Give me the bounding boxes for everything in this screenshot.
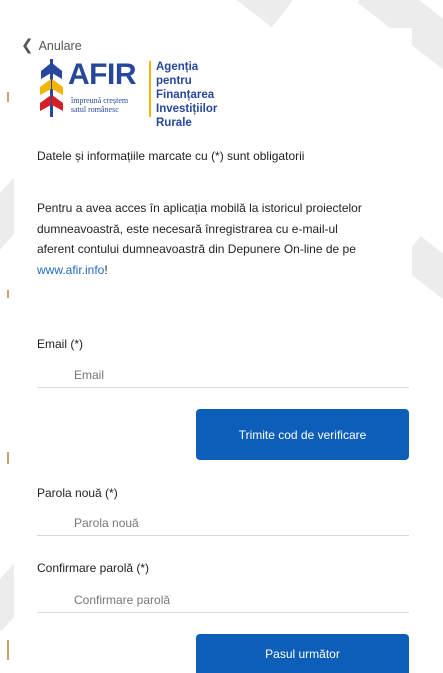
edge-mark — [7, 92, 9, 102]
agency-name: Agenția pentru Finanțarea Investițiilor … — [156, 60, 245, 130]
required-fields-note: Datele și informațiile marcate cu (*) su… — [37, 149, 305, 163]
tagline-line: împreună creștem — [71, 96, 129, 105]
wheat-emblem-icon — [40, 59, 63, 117]
afir-tagline: împreună creștem satul românesc — [71, 96, 128, 114]
logo-divider — [149, 61, 151, 117]
afir-wordmark: AFIR — [68, 58, 137, 91]
agency-line: Rurale — [156, 117, 192, 129]
background-stripe — [177, 0, 293, 28]
afir-logo: AFIR împreună creștem satul românesc Age… — [35, 57, 245, 129]
send-verification-code-button[interactable]: Trimite cod de verificare — [196, 409, 409, 460]
next-step-button[interactable]: Pasul următor — [196, 634, 409, 673]
edge-mark — [7, 640, 9, 660]
intro-suffix: ! — [104, 262, 108, 277]
edge-mark — [7, 290, 9, 298]
new-password-label: Parola nouă (*) — [37, 486, 118, 500]
email-label: Email (*) — [37, 337, 84, 351]
afir-website-link[interactable]: www.afir.info — [37, 263, 104, 277]
chevron-left-icon: ❮ — [21, 37, 34, 54]
agency-line: Investițiilor — [156, 103, 218, 115]
confirm-password-label: Confirmare parolă (*) — [37, 561, 150, 575]
tagline-line: satul românesc — [71, 105, 119, 114]
edge-mark — [7, 452, 9, 464]
new-password-field[interactable] — [37, 510, 409, 536]
cancel-link[interactable]: ❮ Anulare — [21, 38, 82, 53]
cancel-label: Anulare — [38, 38, 82, 53]
agency-line: Agenția — [156, 61, 199, 73]
email-field[interactable] — [37, 362, 409, 388]
intro-body: Pentru a avea acces în aplicația mobilă … — [37, 201, 362, 256]
confirm-password-field[interactable] — [37, 587, 409, 613]
agency-line: pentru Finanțarea — [156, 75, 215, 101]
intro-text: Pentru a avea acces în aplicația mobilă … — [37, 198, 377, 280]
